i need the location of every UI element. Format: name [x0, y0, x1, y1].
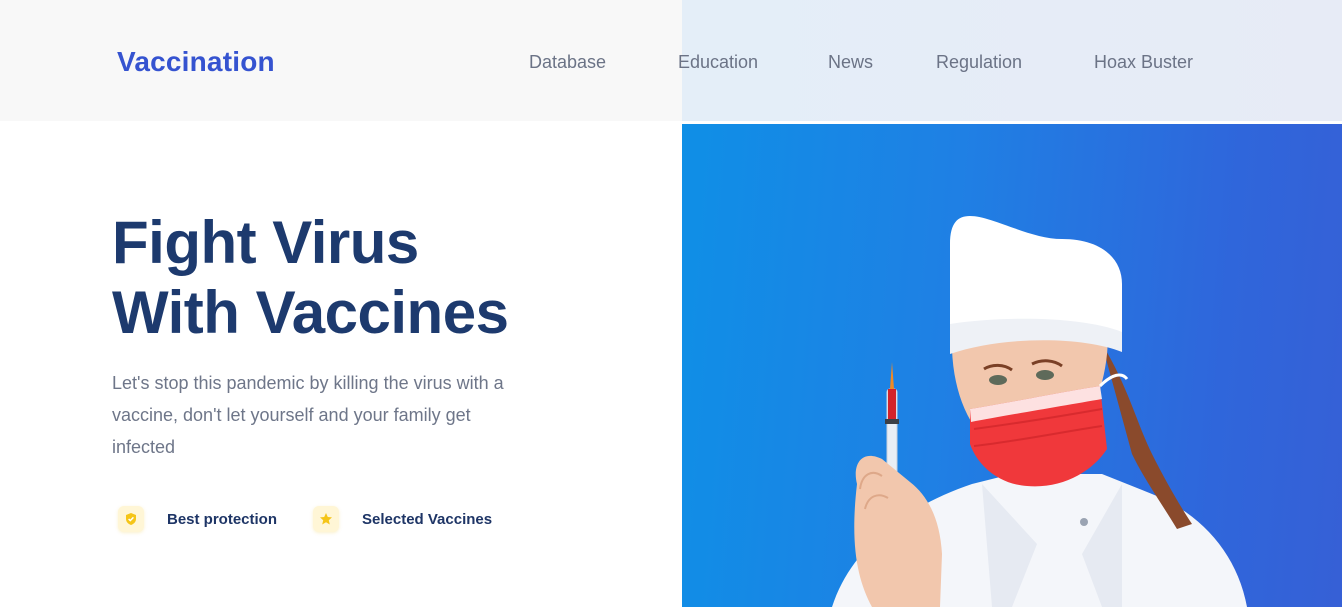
brand-logo[interactable]: Vaccination: [117, 42, 275, 82]
nurse-illustration: [832, 215, 1247, 607]
hero-title-line-2: With Vaccines: [112, 279, 509, 346]
nav-link-hoax-buster[interactable]: Hoax Buster: [1094, 46, 1193, 78]
hero-title: Fight Virus With Vaccines: [112, 208, 509, 348]
nav-link-news[interactable]: News: [828, 46, 873, 78]
nav-link-database[interactable]: Database: [529, 46, 606, 78]
shield-icon: [118, 506, 144, 532]
nav-link-education[interactable]: Education: [678, 46, 758, 78]
feature-selected-vaccines: Selected Vaccines: [313, 506, 492, 532]
nav-link-regulation[interactable]: Regulation: [936, 46, 1022, 78]
feature-label: Selected Vaccines: [362, 510, 493, 528]
star-icon: [313, 506, 339, 532]
hero-description: Let's stop this pandemic by killing the …: [112, 373, 504, 457]
hero-image: [682, 124, 1342, 607]
hero-title-line-1: Fight Virus: [112, 209, 419, 276]
feature-best-protection: Best protection: [118, 506, 277, 532]
feature-label: Best protection: [167, 510, 278, 528]
